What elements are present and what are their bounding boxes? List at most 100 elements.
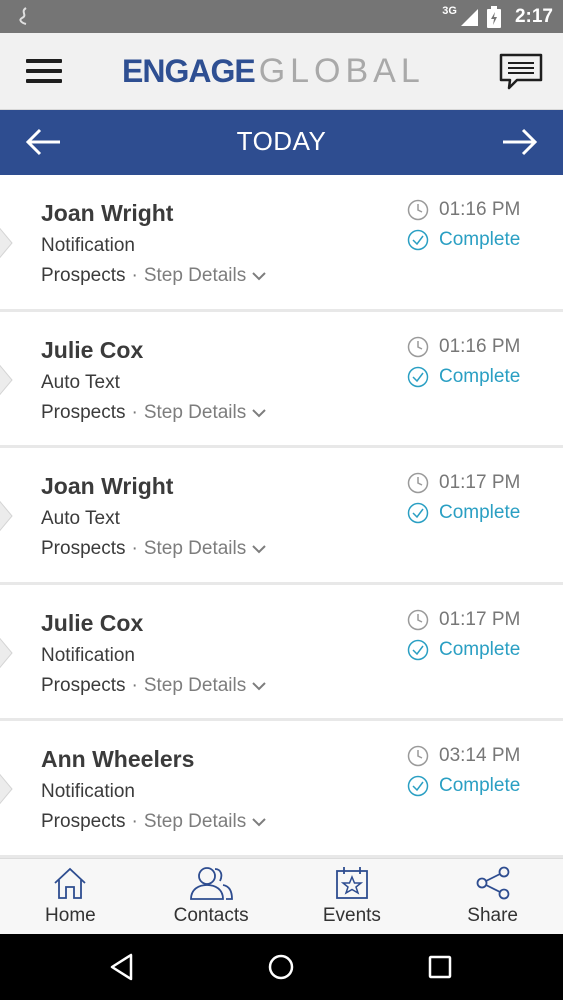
messages-icon[interactable] — [499, 53, 543, 91]
bottom-tab-bar: Home Contacts Events Share — [0, 858, 563, 934]
contact-name: Joan Wright — [41, 473, 174, 500]
check-circle-icon — [407, 639, 429, 661]
step-details-toggle[interactable]: Step Details — [144, 675, 266, 697]
step-details-label: Step Details — [143, 674, 247, 696]
activity-list: Joan Wright Notification Prospects · Ste… — [0, 175, 563, 858]
tab-events-label: Events — [322, 905, 381, 926]
step-status: Complete — [407, 639, 520, 661]
step-details-label: Step Details — [143, 401, 247, 423]
tab-home-label: Home — [45, 905, 96, 926]
time-label: 01:16 PM — [439, 335, 521, 357]
step-details-toggle[interactable]: Step Details — [144, 811, 266, 833]
logo-secondary-text: GLOBAL — [258, 51, 425, 90]
contacts-icon — [190, 867, 234, 900]
chevron-down-icon — [252, 818, 266, 827]
step-type: Auto Text — [41, 508, 120, 530]
tab-share[interactable]: Share — [422, 859, 563, 934]
tab-contacts-label: Contacts — [173, 905, 249, 926]
step-details-label: Step Details — [143, 265, 247, 286]
back-icon[interactable] — [107, 951, 139, 983]
activity-row[interactable]: Joan Wright Auto Text Prospects · Step D… — [0, 448, 563, 585]
row-indicator-icon — [0, 774, 13, 805]
category-label: Prospects — [41, 538, 126, 560]
tab-events[interactable]: Events — [282, 859, 423, 934]
activity-row[interactable]: Julie Cox Notification Prospects · Step … — [0, 585, 563, 722]
step-status: Complete — [407, 775, 520, 797]
clock-icon — [407, 746, 429, 767]
tab-contacts[interactable]: Contacts — [141, 859, 282, 934]
status-label: Complete — [439, 502, 521, 524]
step-status: Complete — [407, 229, 520, 251]
step-status: Complete — [407, 366, 520, 388]
date-title: TODAY — [236, 126, 327, 156]
activity-row[interactable]: Julie Cox Auto Text Prospects · Step Det… — [0, 312, 563, 449]
step-type: Notification — [41, 235, 135, 256]
network-type: 3G — [442, 4, 457, 17]
check-circle-icon — [407, 229, 429, 251]
step-time: 01:16 PM — [407, 336, 520, 358]
step-time: 01:16 PM — [407, 199, 520, 221]
contact-name: Julie Cox — [41, 609, 144, 636]
step-details-label: Step Details — [143, 811, 247, 833]
share-icon — [476, 866, 510, 900]
hamburger-icon — [26, 59, 62, 63]
check-circle-icon — [407, 502, 429, 524]
recent-apps-icon[interactable] — [424, 951, 456, 983]
status-label: Complete — [439, 775, 521, 797]
step-meta: Prospects · Step Details — [41, 811, 266, 833]
clock-icon — [407, 609, 429, 631]
step-details-toggle[interactable]: Step Details — [144, 538, 266, 560]
battery-icon — [486, 5, 501, 28]
status-label: Complete — [439, 638, 521, 660]
step-meta: Prospects · Step Details — [41, 675, 266, 697]
activity-row[interactable]: Joan Wright Notification Prospects · Ste… — [0, 175, 563, 312]
activity-row[interactable]: Ann Wheelers Notification Prospects · St… — [0, 721, 563, 858]
status-bar: 3G 2:17 — [0, 0, 563, 33]
home-icon — [54, 867, 86, 899]
notification-icon — [19, 7, 27, 25]
row-indicator-icon — [0, 501, 13, 532]
step-meta: Prospects · Step Details — [41, 402, 266, 424]
status-label: Complete — [439, 365, 521, 387]
time-label: 03:14 PM — [439, 745, 521, 767]
app-logo: ENGAGE GLOBAL — [122, 51, 425, 91]
system-navigation-bar — [0, 934, 563, 1000]
separator: · — [131, 811, 138, 833]
app-bar: ENGAGE GLOBAL — [0, 33, 563, 110]
step-time: 03:14 PM — [407, 745, 520, 767]
separator: · — [131, 265, 138, 286]
step-details-toggle[interactable]: Step Details — [144, 402, 266, 424]
chevron-down-icon — [252, 408, 266, 418]
row-indicator-icon — [0, 637, 13, 668]
row-indicator-icon — [0, 227, 13, 259]
separator: · — [131, 401, 138, 423]
check-circle-icon — [407, 776, 429, 797]
separator: · — [131, 674, 138, 696]
tab-share-label: Share — [467, 905, 518, 926]
step-type: Notification — [41, 644, 135, 666]
row-indicator-icon — [0, 364, 13, 395]
events-icon — [335, 867, 368, 899]
contact-name: Joan Wright — [41, 200, 174, 226]
logo-primary-text: ENGAGE — [122, 52, 256, 89]
step-details-toggle[interactable]: Step Details — [144, 265, 266, 287]
time-label: 01:16 PM — [439, 199, 521, 220]
tab-home[interactable]: Home — [0, 859, 141, 934]
category-label: Prospects — [41, 401, 126, 423]
step-status: Complete — [407, 502, 520, 524]
home-circle-icon[interactable] — [265, 951, 297, 983]
step-time: 01:17 PM — [407, 472, 520, 494]
status-indicators: 3G 2:17 — [442, 0, 553, 33]
time-label: 01:17 PM — [439, 472, 521, 494]
menu-button[interactable] — [26, 59, 62, 85]
chevron-down-icon — [252, 682, 266, 691]
time-label: 01:17 PM — [439, 608, 521, 630]
clock-icon — [407, 199, 429, 221]
chevron-down-icon — [252, 545, 266, 554]
contact-name: Ann Wheelers — [41, 746, 195, 773]
next-day-arrow-icon[interactable] — [499, 126, 539, 158]
clock-icon — [407, 472, 429, 494]
step-type: Auto Text — [41, 371, 120, 393]
status-label: Complete — [439, 229, 521, 250]
category-label: Prospects — [41, 811, 126, 833]
